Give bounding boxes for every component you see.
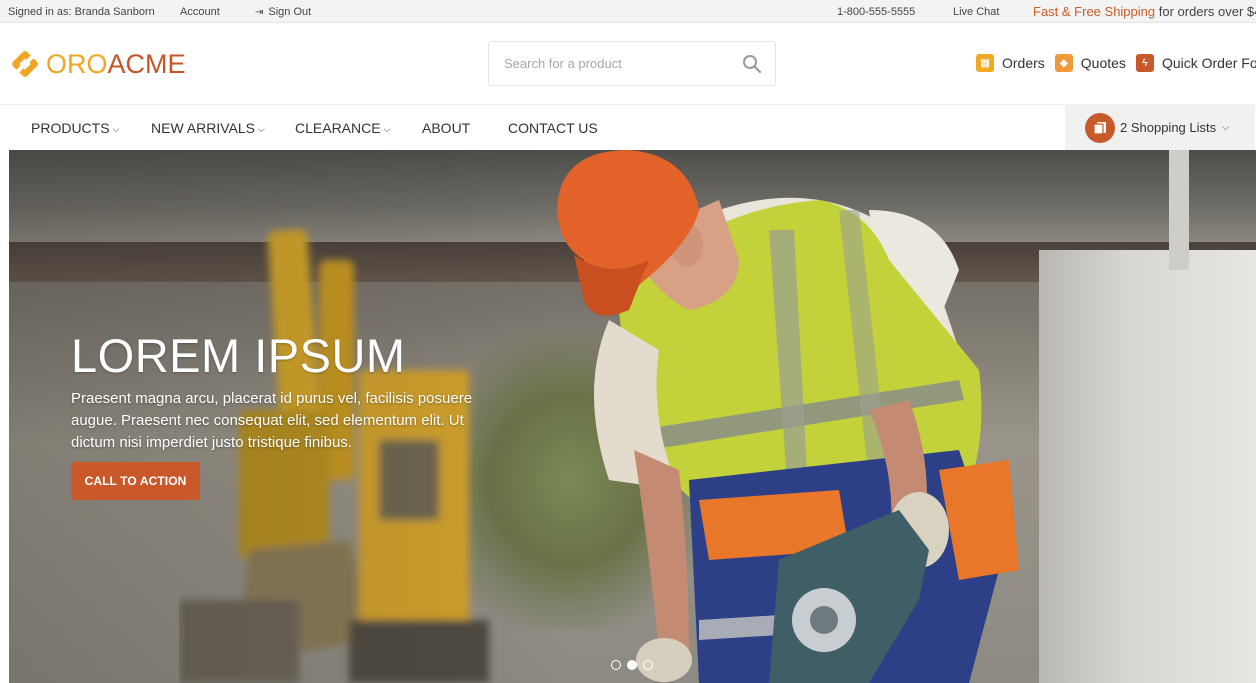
slider-dot-1[interactable] xyxy=(611,660,621,670)
hero-slider: LOREM IPSUM Praesent magna arcu, placera… xyxy=(9,150,1256,683)
nav-item-label: ABOUT xyxy=(422,120,471,136)
search-input[interactable] xyxy=(489,42,719,85)
nav-item-clearance[interactable]: CLEARANCE ⌵ xyxy=(295,120,390,136)
chevron-down-icon: ⌵ xyxy=(112,124,120,134)
header-links: ▤ Orders ◆ Quotes ϟ Quick Order Form xyxy=(976,52,1256,74)
nav-item-label: PRODUCTS xyxy=(31,120,110,136)
chevron-down-icon: ⌵ xyxy=(1222,122,1229,132)
call-to-action-button[interactable]: CALL TO ACTION xyxy=(71,462,200,500)
slider-dot-3[interactable] xyxy=(643,660,653,670)
hero-description: Praesent magna arcu, placerat id purus v… xyxy=(71,390,473,451)
slider-dot-2[interactable] xyxy=(627,660,637,670)
orders-icon: ▤ xyxy=(976,54,994,72)
nav-item-label: CLEARANCE xyxy=(295,120,381,136)
worker-image xyxy=(557,150,1019,683)
shopping-lists-label: 2 Shopping Lists xyxy=(1120,120,1217,135)
hero-background-post xyxy=(1169,150,1189,270)
orders-link[interactable]: ▤ Orders xyxy=(976,54,1045,72)
logo-oro: ORO xyxy=(46,49,108,79)
shopping-lists-button[interactable]: 2 Shopping Lists ⌵ xyxy=(1065,105,1255,150)
nav-item-contact-us[interactable]: CONTACT US xyxy=(508,120,598,136)
nav-item-about[interactable]: ABOUT xyxy=(422,120,470,136)
logo-acme: ACME xyxy=(107,49,186,79)
site-header: OROACME ▤ Orders ◆ Quotes ϟ Quick Order … xyxy=(0,24,1256,104)
shipping-promo: Fast & Free Shipping for orders over $45 xyxy=(1033,4,1256,19)
chevron-down-icon: ⌵ xyxy=(258,124,265,134)
shopping-list-icon xyxy=(1085,112,1115,143)
account-link[interactable]: Account xyxy=(180,6,220,18)
hero-title: LOREM IPSUM xyxy=(71,329,406,382)
slider-pagination xyxy=(611,660,659,670)
live-chat-link[interactable]: Live Chat xyxy=(953,6,999,18)
search-icon[interactable] xyxy=(741,53,763,75)
signed-in-text: Signed in as: Branda Sanborn xyxy=(8,6,155,18)
quotes-link[interactable]: ◆ Quotes xyxy=(1054,54,1126,72)
shipping-promo-text: for orders over $45 xyxy=(1158,4,1256,19)
nav-item-new-arrivals[interactable]: NEW ARRIVALS ⌵ xyxy=(151,120,265,136)
nav-item-products[interactable]: PRODUCTS ⌵ xyxy=(31,120,119,136)
nav-item-label: NEW ARRIVALS xyxy=(151,120,255,136)
logo-mark-icon xyxy=(10,49,40,79)
site-logo[interactable]: OROACME xyxy=(10,48,186,80)
search-box xyxy=(488,41,776,86)
quotes-label: Quotes xyxy=(1080,55,1126,71)
quick-order-label: Quick Order Form xyxy=(1161,55,1256,71)
orders-label: Orders xyxy=(1002,55,1045,71)
phone-link[interactable]: 1-800-555-5555 xyxy=(837,6,915,18)
quick-order-icon: ϟ xyxy=(1135,54,1154,72)
sign-out-link[interactable]: ⇥ Sign Out xyxy=(255,6,311,18)
top-utility-bar: Signed in as: Branda Sanborn Account ⇥ Si… xyxy=(0,0,1256,23)
quotes-icon: ◆ xyxy=(1054,54,1073,72)
nav-item-label: CONTACT US xyxy=(508,120,598,136)
quick-order-link[interactable]: ϟ Quick Order Form xyxy=(1135,54,1256,72)
sign-out-icon: ⇥ xyxy=(255,7,264,18)
hero-background-pillar xyxy=(1039,250,1256,683)
shipping-promo-link[interactable]: Fast & Free Shipping xyxy=(1033,4,1155,19)
main-navigation: PRODUCTS ⌵ NEW ARRIVALS ⌵ CLEARANCE ⌵ ABOUT… xyxy=(0,104,1256,150)
logo-wordmark: OROACME xyxy=(46,49,186,79)
chevron-down-icon: ⌵ xyxy=(383,124,391,134)
sign-out-label: Sign Out xyxy=(268,6,312,18)
